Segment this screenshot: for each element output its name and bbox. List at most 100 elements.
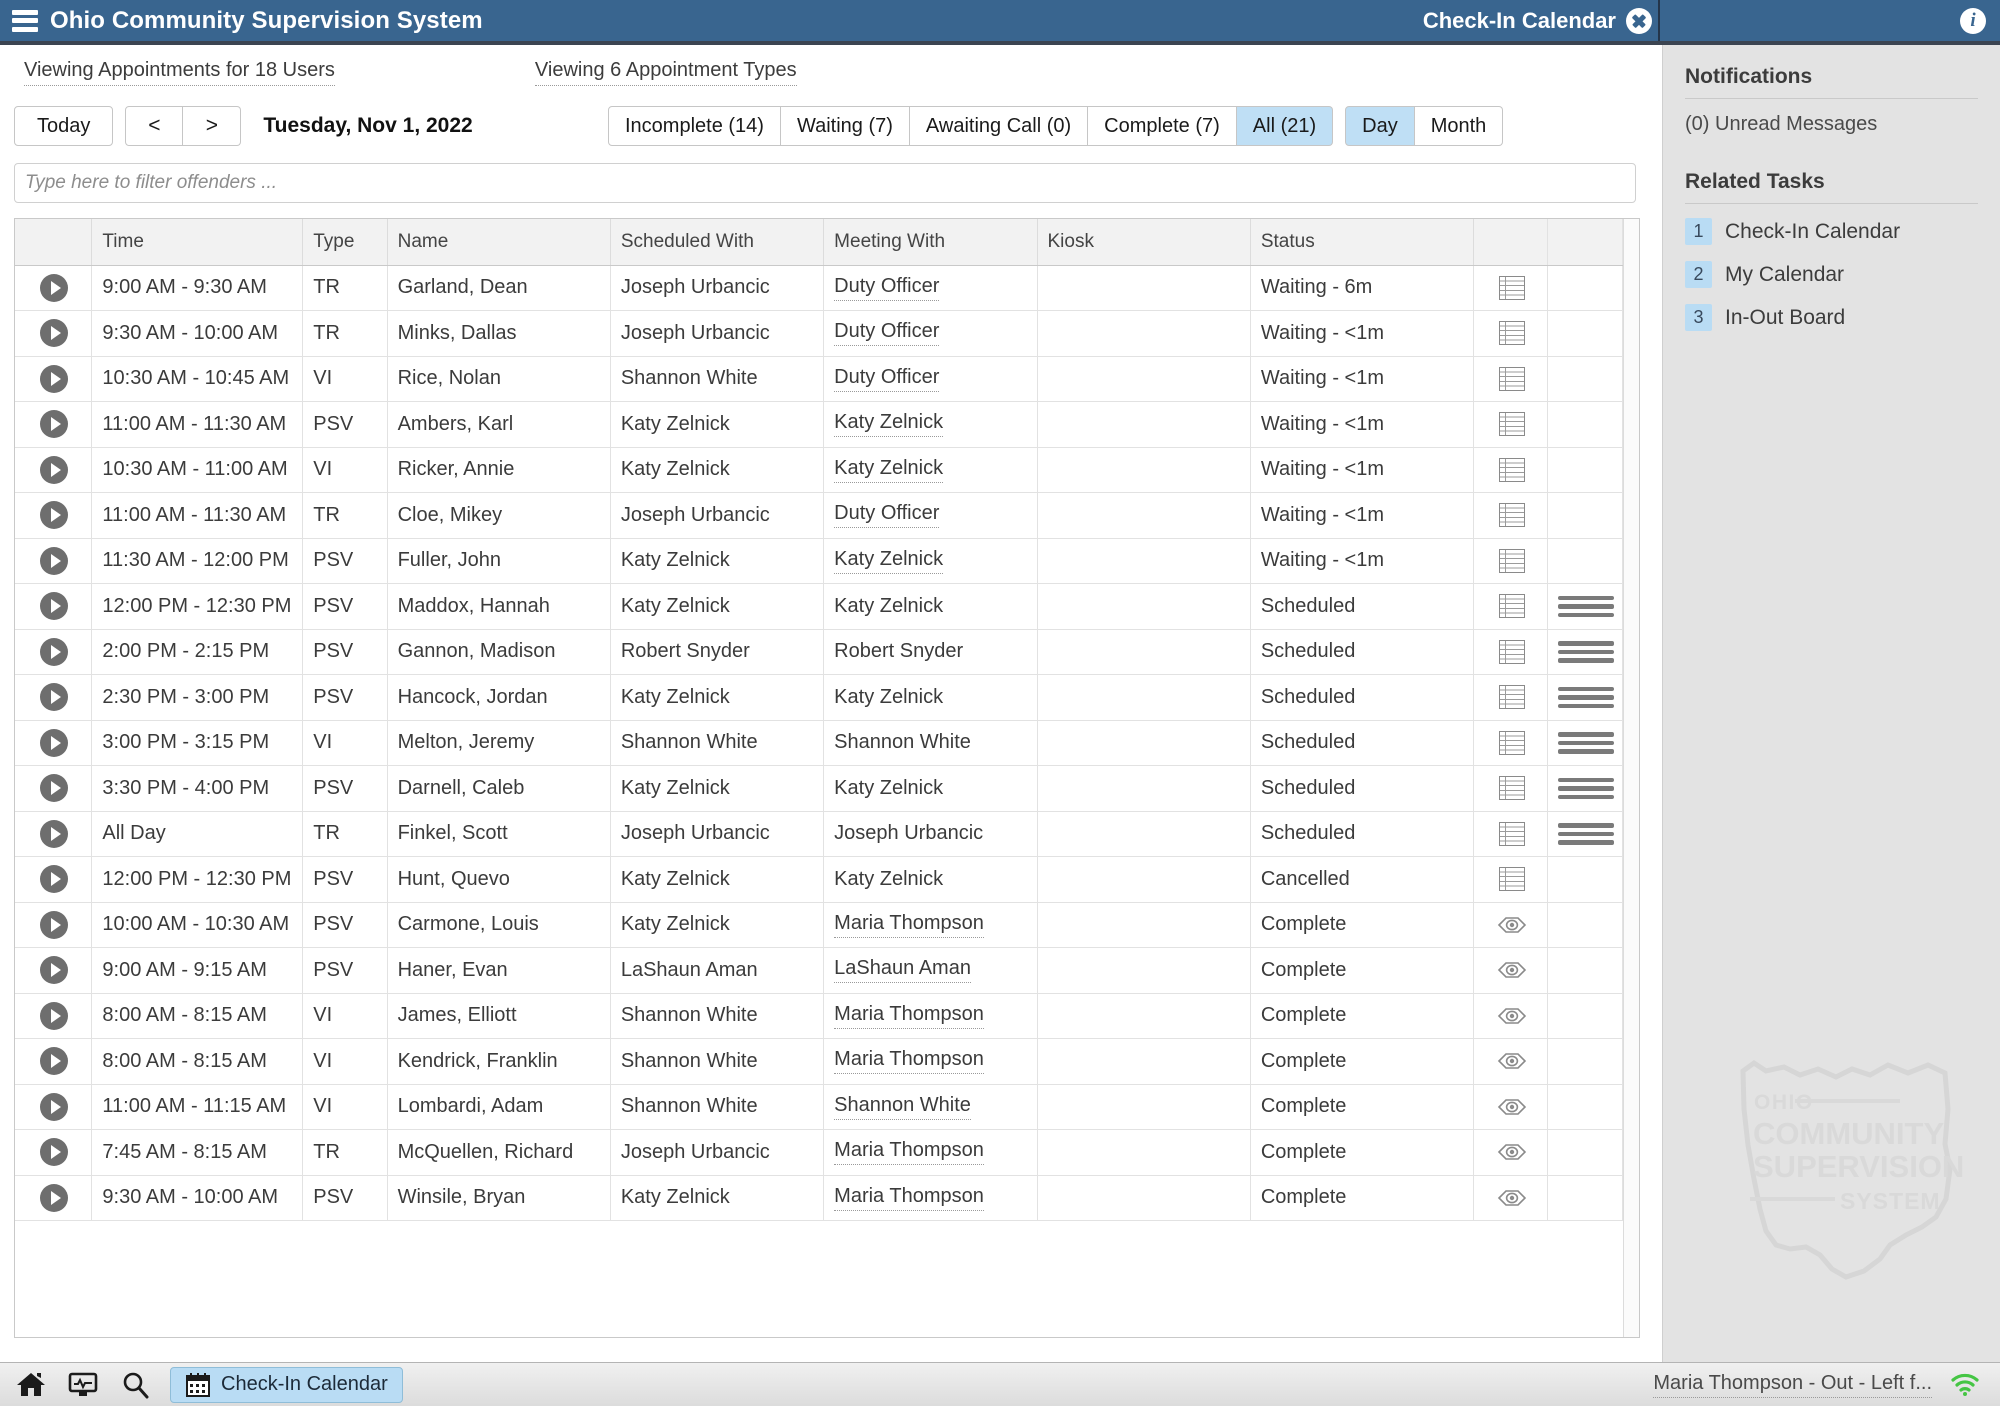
close-icon[interactable] — [1626, 7, 1652, 34]
row-expand-cell[interactable] — [15, 1175, 93, 1221]
note-icon[interactable] — [1498, 594, 1525, 619]
cell-action-primary[interactable] — [1473, 765, 1549, 812]
col-header-name[interactable]: Name — [387, 219, 611, 266]
row-menu-icon[interactable] — [1558, 732, 1614, 754]
table-row[interactable]: 10:30 AM - 10:45 AM VI Rice, Nolan Shannon … — [15, 356, 1623, 402]
table-row[interactable]: 9:00 AM - 9:15 AM PSV Haner, Evan LaShaun A… — [15, 947, 1623, 994]
cell-action-primary[interactable] — [1473, 947, 1549, 994]
note-icon[interactable] — [1498, 685, 1525, 710]
info-icon[interactable]: i — [1960, 8, 1986, 34]
today-button[interactable]: Today — [14, 106, 114, 146]
table-row[interactable]: All Day TR Finkel, Scott Joseph Urbancic Jos… — [15, 811, 1623, 857]
table-row[interactable]: 8:00 AM - 8:15 AM VI Kendrick, Franklin Sha… — [15, 1038, 1623, 1085]
cell-action-primary[interactable] — [1473, 538, 1549, 584]
expand-arrow-icon[interactable] — [40, 1092, 69, 1121]
cell-action-secondary[interactable] — [1547, 947, 1623, 994]
related-task-my-calendar[interactable]: 2 My Calendar — [1685, 261, 1978, 288]
table-row[interactable]: 7:45 AM - 8:15 AM TR McQuellen, Richard Jos… — [15, 1129, 1623, 1176]
expand-arrow-icon[interactable] — [40, 819, 69, 848]
col-header-type[interactable]: Type — [302, 219, 388, 266]
home-icon[interactable] — [14, 1370, 48, 1400]
taskbar-item-check-in-calendar[interactable]: Check-In Calendar — [170, 1366, 403, 1403]
cell-action-primary[interactable] — [1473, 356, 1549, 402]
eye-icon[interactable] — [1497, 1142, 1527, 1162]
note-icon[interactable] — [1498, 321, 1525, 346]
unread-messages-text[interactable]: (0) Unread Messages — [1685, 113, 1978, 136]
table-row[interactable]: 11:00 AM - 11:15 AM VI Lombardi, Adam Shann… — [15, 1084, 1623, 1130]
row-expand-cell[interactable] — [15, 856, 93, 903]
monitor-icon[interactable] — [66, 1370, 100, 1400]
table-row[interactable]: 11:00 AM - 11:30 AM TR Cloe, Mikey Joseph U… — [15, 492, 1623, 539]
expand-arrow-icon[interactable] — [40, 501, 69, 530]
expand-arrow-icon[interactable] — [40, 364, 69, 393]
tab-all[interactable]: All (21) — [1236, 106, 1334, 146]
meeting-with-link[interactable]: Maria Thompson — [834, 912, 984, 938]
row-menu-icon[interactable] — [1558, 686, 1614, 708]
eye-icon[interactable] — [1497, 1188, 1527, 1208]
table-row[interactable]: 9:00 AM - 9:30 AM TR Garland, Dean Joseph U… — [15, 265, 1623, 311]
row-expand-cell[interactable] — [15, 492, 93, 539]
cell-action-primary[interactable] — [1473, 265, 1549, 311]
viewing-appointment-types-link[interactable]: Viewing 6 Appointment Types — [534, 59, 797, 86]
tab-day[interactable]: Day — [1345, 106, 1415, 146]
table-row[interactable]: 12:00 PM - 12:30 PM PSV Hunt, Quevo Katy Ze… — [15, 856, 1623, 903]
cell-action-secondary[interactable] — [1547, 674, 1623, 721]
cell-action-primary[interactable] — [1473, 310, 1549, 357]
row-expand-cell[interactable] — [15, 629, 93, 675]
expand-arrow-icon[interactable] — [40, 683, 69, 712]
cell-action-primary[interactable] — [1473, 856, 1549, 903]
row-menu-icon[interactable] — [1558, 595, 1614, 617]
cell-action-primary[interactable] — [1473, 401, 1549, 448]
meeting-with-link[interactable]: Duty Officer — [834, 366, 940, 392]
cell-action-primary[interactable] — [1473, 629, 1549, 675]
expand-arrow-icon[interactable] — [40, 455, 69, 484]
cell-action-primary[interactable] — [1473, 902, 1549, 948]
row-expand-cell[interactable] — [15, 265, 93, 311]
expand-arrow-icon[interactable] — [40, 865, 69, 894]
user-status-link[interactable]: Maria Thompson - Out - Left f... — [1653, 1372, 1932, 1398]
table-row[interactable]: 11:30 AM - 12:00 PM PSV Fuller, John Katy Z… — [15, 538, 1623, 584]
meeting-with-link[interactable]: Duty Officer — [834, 502, 940, 529]
meeting-with-link[interactable]: Maria Thompson — [834, 1139, 984, 1166]
related-task-in-out-board[interactable]: 3 In-Out Board — [1685, 304, 1978, 331]
table-row[interactable]: 3:00 PM - 3:15 PM VI Melton, Jeremy Shannon… — [15, 720, 1623, 766]
cell-action-secondary[interactable] — [1547, 538, 1623, 584]
table-row[interactable]: 12:00 PM - 12:30 PM PSV Maddox, Hannah Katy… — [15, 583, 1623, 630]
table-row[interactable]: 10:00 AM - 10:30 AM PSV Carmone, Louis Katy… — [15, 902, 1623, 948]
cell-action-secondary[interactable] — [1547, 765, 1623, 812]
row-expand-cell[interactable] — [15, 902, 93, 948]
meeting-with-link[interactable]: Duty Officer — [834, 275, 940, 301]
cell-action-primary[interactable] — [1473, 1175, 1549, 1221]
meeting-with-link[interactable]: LaShaun Aman — [834, 957, 971, 984]
meeting-with-link[interactable]: Katy Zelnick — [834, 411, 944, 438]
cell-action-secondary[interactable] — [1547, 356, 1623, 402]
row-menu-icon[interactable] — [1558, 823, 1614, 845]
tab-incomplete[interactable]: Incomplete (14) — [608, 106, 781, 146]
note-icon[interactable] — [1498, 275, 1525, 300]
col-header-kiosk[interactable]: Kiosk — [1037, 219, 1251, 266]
row-expand-cell[interactable] — [15, 310, 93, 357]
table-row[interactable]: 2:30 PM - 3:00 PM PSV Hancock, Jordan Katy … — [15, 674, 1623, 721]
expand-arrow-icon[interactable] — [40, 592, 69, 621]
row-expand-cell[interactable] — [15, 447, 93, 493]
eye-icon[interactable] — [1497, 915, 1527, 935]
row-menu-icon[interactable] — [1558, 777, 1614, 799]
cell-action-secondary[interactable] — [1547, 902, 1623, 948]
next-day-button[interactable]: > — [183, 106, 242, 146]
expand-arrow-icon[interactable] — [40, 1138, 69, 1167]
row-expand-cell[interactable] — [15, 720, 93, 766]
col-header-expand[interactable] — [15, 219, 93, 266]
table-row[interactable]: 11:00 AM - 11:30 AM PSV Ambers, Karl Katy Z… — [15, 401, 1623, 448]
cell-action-primary[interactable] — [1473, 1129, 1549, 1176]
wifi-icon[interactable] — [1950, 1373, 1980, 1397]
note-icon[interactable] — [1498, 730, 1525, 755]
cell-action-secondary[interactable] — [1547, 1084, 1623, 1130]
expand-arrow-icon[interactable] — [40, 728, 69, 757]
note-icon[interactable] — [1498, 548, 1525, 573]
tab-awaiting-call[interactable]: Awaiting Call (0) — [909, 106, 1089, 146]
expand-arrow-icon[interactable] — [40, 637, 69, 666]
cell-action-secondary[interactable] — [1547, 629, 1623, 675]
cell-action-secondary[interactable] — [1547, 492, 1623, 539]
cell-action-primary[interactable] — [1473, 492, 1549, 539]
cell-action-primary[interactable] — [1473, 674, 1549, 721]
